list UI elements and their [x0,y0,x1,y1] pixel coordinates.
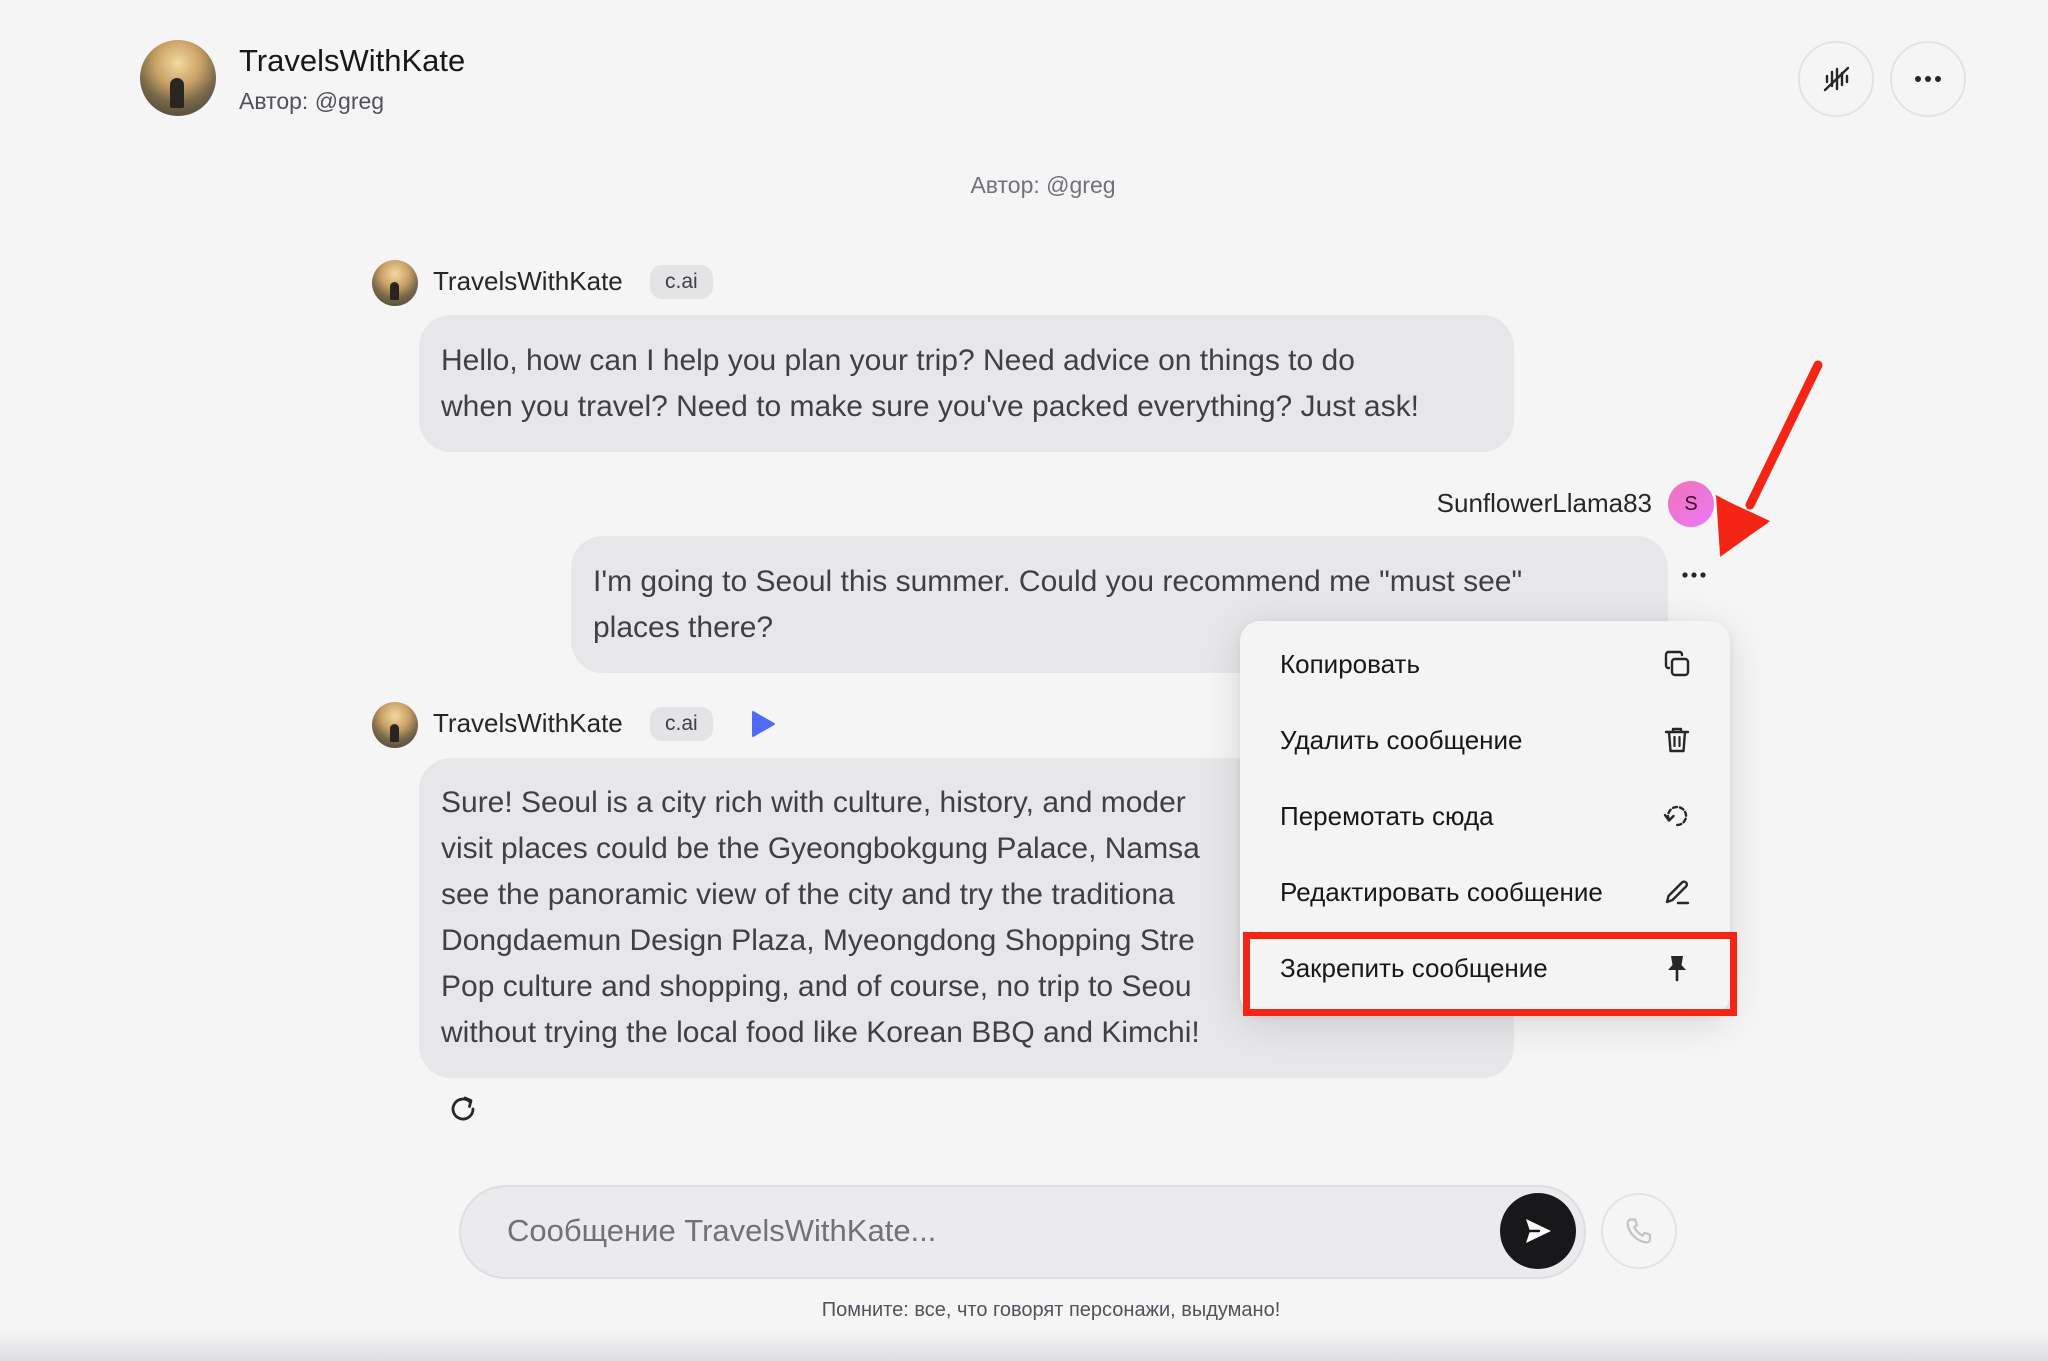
copy-icon [1664,650,1690,677]
chat-page: TravelsWithKate Автор: @greg Автор: @gre… [0,0,2048,1361]
cai-badge: c.ai [650,265,713,299]
annotation-arrow-icon [1714,360,1823,557]
chat-intro-author: Автор: @greg [970,172,1116,198]
play-audio-button[interactable] [750,710,776,743]
voice-button[interactable] [1798,41,1874,117]
character-name[interactable]: TravelsWithKate [239,43,465,79]
character-avatar[interactable] [140,40,216,116]
voice-waveform-icon [1823,66,1850,92]
refresh-icon [451,1096,475,1121]
more-horizontal-icon [1915,76,1941,82]
menu-item-copy[interactable]: Копировать [1240,626,1730,702]
rewind-icon [1663,805,1688,827]
message-line: Hello, how can I help you plan your trip… [441,344,1355,377]
play-icon [752,711,775,737]
cai-badge: c.ai [650,707,713,741]
phone-icon [1626,1218,1652,1244]
message-line: when you travel? Need to make sure you'v… [441,390,1419,423]
bot-avatar[interactable] [372,702,418,748]
disclaimer-text: Помните: все, что говорят персонажи, выд… [821,1299,1281,1321]
bot-name: TravelsWithKate [433,708,623,738]
menu-item-label: Копировать [1280,648,1420,679]
pencil-icon [1665,880,1690,905]
bot-name: TravelsWithKate [433,266,623,296]
menu-item-rewind[interactable]: Перемотать сюда [1240,778,1730,854]
send-button[interactable] [1500,1193,1576,1269]
call-button[interactable] [1601,1193,1677,1269]
menu-item-edit[interactable]: Редактировать сообщение [1240,854,1730,930]
message-line: I'm going to Seoul this summer. Could yo… [593,565,1523,598]
more-horizontal-icon [1682,572,1706,578]
more-options-button[interactable] [1890,41,1966,117]
menu-item-delete[interactable]: Удалить сообщение [1240,702,1730,778]
character-author[interactable]: Автор: @greg [239,88,384,115]
bot-message-bubble: Hello, how can I help you plan your trip… [419,315,1514,452]
annotation-highlight-box [1243,932,1737,1016]
message-line: without trying the local food like Korea… [441,1016,1200,1049]
user-name: SunflowerLlama83 [1436,488,1652,518]
menu-item-label: Редактировать сообщение [1280,876,1603,907]
message-input-placeholder: Сообщение TravelsWithKate... [507,1213,937,1248]
menu-item-label: Перемотать сюда [1280,800,1494,831]
bot-avatar[interactable] [372,260,418,306]
menu-item-label: Удалить сообщение [1280,724,1523,755]
message-input[interactable]: Сообщение TravelsWithKate... [459,1185,1586,1279]
bottom-fade [0,1330,2048,1361]
trash-icon [1664,727,1690,753]
send-icon [1526,1219,1551,1243]
regenerate-button[interactable] [447,1093,479,1130]
